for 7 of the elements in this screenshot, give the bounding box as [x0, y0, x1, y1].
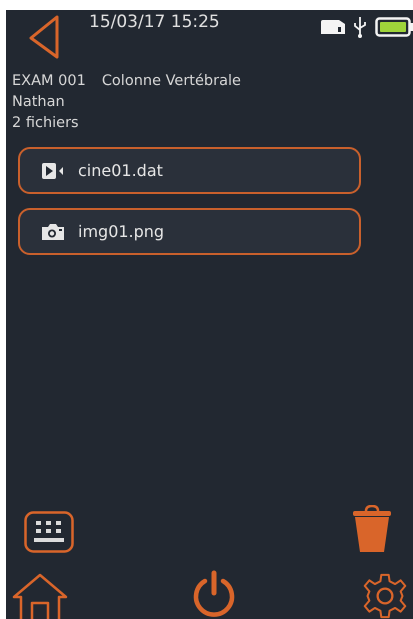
- exam-id: EXAM 001: [12, 73, 86, 89]
- date-time: 15/03/17 15:25: [89, 12, 220, 32]
- file-item[interactable]: img01.png: [18, 208, 361, 255]
- file-count: 2 fichiers: [12, 114, 80, 133]
- file-item[interactable]: cine01.dat: [18, 147, 361, 194]
- patient-name: Nathan: [12, 93, 66, 112]
- exam-region: Colonne Vertébrale: [102, 73, 241, 89]
